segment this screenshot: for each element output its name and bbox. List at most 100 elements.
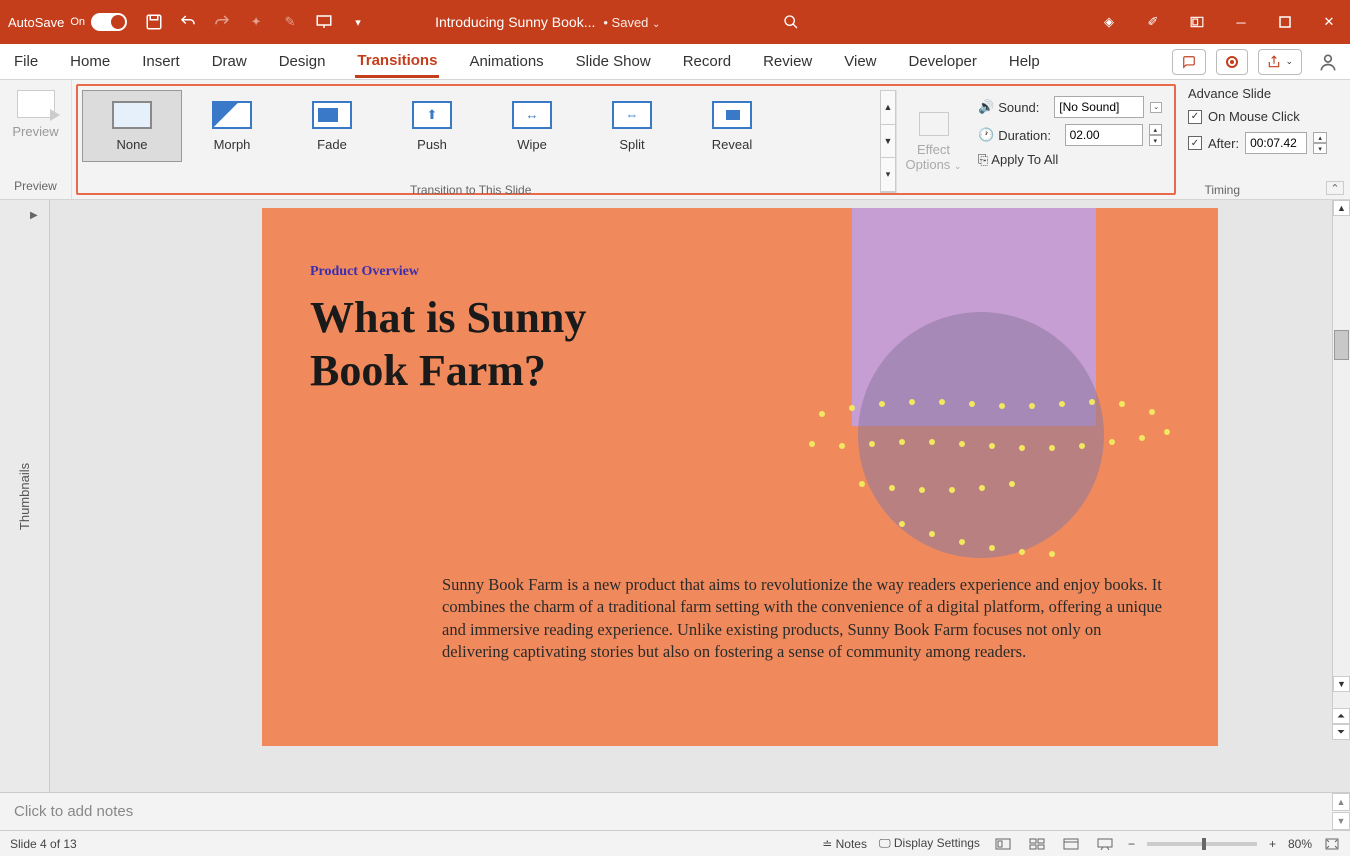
fade-icon <box>312 101 352 129</box>
search-icon[interactable] <box>780 11 802 33</box>
scroll-down-icon[interactable]: ▼ <box>1333 676 1350 692</box>
slide-overline[interactable]: Product Overview <box>310 264 419 280</box>
qat-more-icon[interactable]: ▾ <box>347 11 369 33</box>
fit-to-window-button[interactable] <box>1324 837 1340 851</box>
quick-access-icon-2[interactable]: ✎ <box>279 11 301 33</box>
tab-insert[interactable]: Insert <box>140 47 182 76</box>
tab-record[interactable]: Record <box>681 47 733 76</box>
next-slide-button[interactable]: ⏷ <box>1332 724 1350 740</box>
notes-scroll-down[interactable]: ▼ <box>1332 812 1350 830</box>
slide-editor[interactable]: Product Overview What is SunnyBook Farm?… <box>50 200 1350 792</box>
after-down[interactable]: ▾ <box>1313 143 1327 154</box>
timing-group-label: Timing <box>1204 183 1240 197</box>
reveal-icon <box>712 101 752 129</box>
workspace: ▶ Thumbnails Product Overview What is Su… <box>0 200 1350 792</box>
tab-review[interactable]: Review <box>761 47 814 76</box>
thumbnails-pane[interactable]: ▶ Thumbnails <box>0 200 50 792</box>
share-button[interactable]: ⌄ <box>1258 49 1302 75</box>
duration-down[interactable]: ▾ <box>1149 135 1162 146</box>
preview-group: Preview Preview <box>0 80 72 199</box>
transition-none[interactable]: None <box>82 90 182 162</box>
slideshow-view-button[interactable] <box>1094 835 1116 853</box>
toggle-switch[interactable] <box>91 13 127 31</box>
account-icon[interactable] <box>1318 52 1338 72</box>
on-mouse-click-checkbox[interactable]: ✓ On Mouse Click <box>1188 109 1342 124</box>
comments-button[interactable] <box>1172 49 1206 75</box>
present-icon[interactable] <box>313 11 335 33</box>
quick-access-icon[interactable]: ✦ <box>245 11 267 33</box>
zoom-out-button[interactable]: − <box>1128 837 1135 851</box>
zoom-in-button[interactable]: + <box>1269 837 1276 851</box>
slide-body-text[interactable]: Sunny Book Farm is a new product that ai… <box>442 574 1162 663</box>
advance-header: Advance Slide <box>1188 86 1342 101</box>
minimize-button[interactable]: ─ <box>1228 9 1254 35</box>
transition-fade[interactable]: Fade <box>282 90 382 162</box>
notes-placeholder: Click to add notes <box>14 803 133 820</box>
maximize-button[interactable] <box>1272 9 1298 35</box>
after-time-input[interactable] <box>1245 132 1307 154</box>
window-layout-icon[interactable] <box>1184 9 1210 35</box>
transition-morph[interactable]: Morph <box>182 90 282 162</box>
scroll-thumb[interactable] <box>1334 330 1349 360</box>
prev-slide-button[interactable]: ⏶ <box>1332 708 1350 724</box>
collapse-ribbon-button[interactable]: ⌃ <box>1326 181 1344 195</box>
effect-options-icon <box>919 112 949 136</box>
timing-controls: 🔊 Sound: ⌄ 🕐 Duration: ▴▾ ⎘ Apply To All <box>970 90 1170 193</box>
expand-thumbnails-icon[interactable]: ▶ <box>30 210 38 221</box>
wipe-icon: ↔ <box>512 101 552 129</box>
tab-draw[interactable]: Draw <box>210 47 249 76</box>
document-title[interactable]: Introducing Sunny Book... • Saved ⌄ <box>435 14 660 30</box>
gallery-expand[interactable]: ▾ <box>881 158 895 192</box>
sound-dropdown[interactable] <box>1054 96 1144 118</box>
normal-view-button[interactable] <box>992 835 1014 853</box>
vertical-scrollbar[interactable]: ▲ ▼ ⏶ ⏷ <box>1332 200 1350 740</box>
duration-up[interactable]: ▴ <box>1149 124 1162 135</box>
gallery-scroll-up[interactable]: ▲ <box>881 91 895 125</box>
zoom-level[interactable]: 80% <box>1288 837 1312 851</box>
zoom-slider[interactable] <box>1147 842 1257 846</box>
display-settings-button[interactable]: 🖵 Display Settings <box>879 836 980 851</box>
gallery-scroll-down[interactable]: ▼ <box>881 125 895 159</box>
tab-transitions[interactable]: Transitions <box>355 46 439 78</box>
after-up[interactable]: ▴ <box>1313 132 1327 143</box>
split-icon: ⇔ <box>612 101 652 129</box>
duration-input[interactable] <box>1065 124 1143 146</box>
save-icon[interactable] <box>143 11 165 33</box>
gallery-scrollbar[interactable]: ▲ ▼ ▾ <box>880 90 896 193</box>
redo-icon[interactable] <box>211 11 233 33</box>
tab-animations[interactable]: Animations <box>467 47 545 76</box>
autosave-toggle[interactable]: AutoSave On <box>8 13 127 31</box>
notes-scroll-up[interactable]: ▲ <box>1332 793 1350 811</box>
notes-pane[interactable]: Click to add notes ▲ ▼ <box>0 792 1350 830</box>
tab-help[interactable]: Help <box>1007 47 1042 76</box>
transition-wipe[interactable]: ↔ Wipe <box>482 90 582 162</box>
slide-canvas[interactable]: Product Overview What is SunnyBook Farm?… <box>262 208 1218 746</box>
slide-counter[interactable]: Slide 4 of 13 <box>10 837 77 851</box>
transition-split[interactable]: ⇔ Split <box>582 90 682 162</box>
undo-icon[interactable] <box>177 11 199 33</box>
tab-developer[interactable]: Developer <box>907 47 979 76</box>
save-status[interactable]: • Saved ⌄ <box>603 15 660 30</box>
autosave-state: On <box>70 16 85 28</box>
scroll-up-icon[interactable]: ▲ <box>1333 200 1350 216</box>
brush-icon[interactable]: ✐ <box>1140 9 1166 35</box>
tab-view[interactable]: View <box>842 47 878 76</box>
coming-soon-icon[interactable]: ◈ <box>1096 9 1122 35</box>
sorter-view-button[interactable] <box>1026 835 1048 853</box>
tab-home[interactable]: Home <box>68 47 112 76</box>
apply-to-all-button[interactable]: ⎘ Apply To All <box>978 152 1162 168</box>
sound-dropdown-arrow[interactable]: ⌄ <box>1150 102 1162 113</box>
record-button[interactable] <box>1216 49 1248 75</box>
after-checkbox[interactable]: ✓ <box>1188 136 1202 150</box>
slide-headline[interactable]: What is SunnyBook Farm? <box>310 292 586 398</box>
reading-view-button[interactable] <box>1060 835 1082 853</box>
tab-design[interactable]: Design <box>277 47 328 76</box>
transition-reveal[interactable]: Reveal <box>682 90 782 162</box>
tab-slideshow[interactable]: Slide Show <box>574 47 653 76</box>
morph-icon <box>212 101 252 129</box>
ribbon-tabs: File Home Insert Draw Design Transitions… <box>0 44 1350 80</box>
tab-file[interactable]: File <box>12 47 40 76</box>
notes-toggle[interactable]: ≐ Notes <box>822 837 867 851</box>
close-button[interactable]: ✕ <box>1316 9 1342 35</box>
transition-push[interactable]: ⬆ Push <box>382 90 482 162</box>
